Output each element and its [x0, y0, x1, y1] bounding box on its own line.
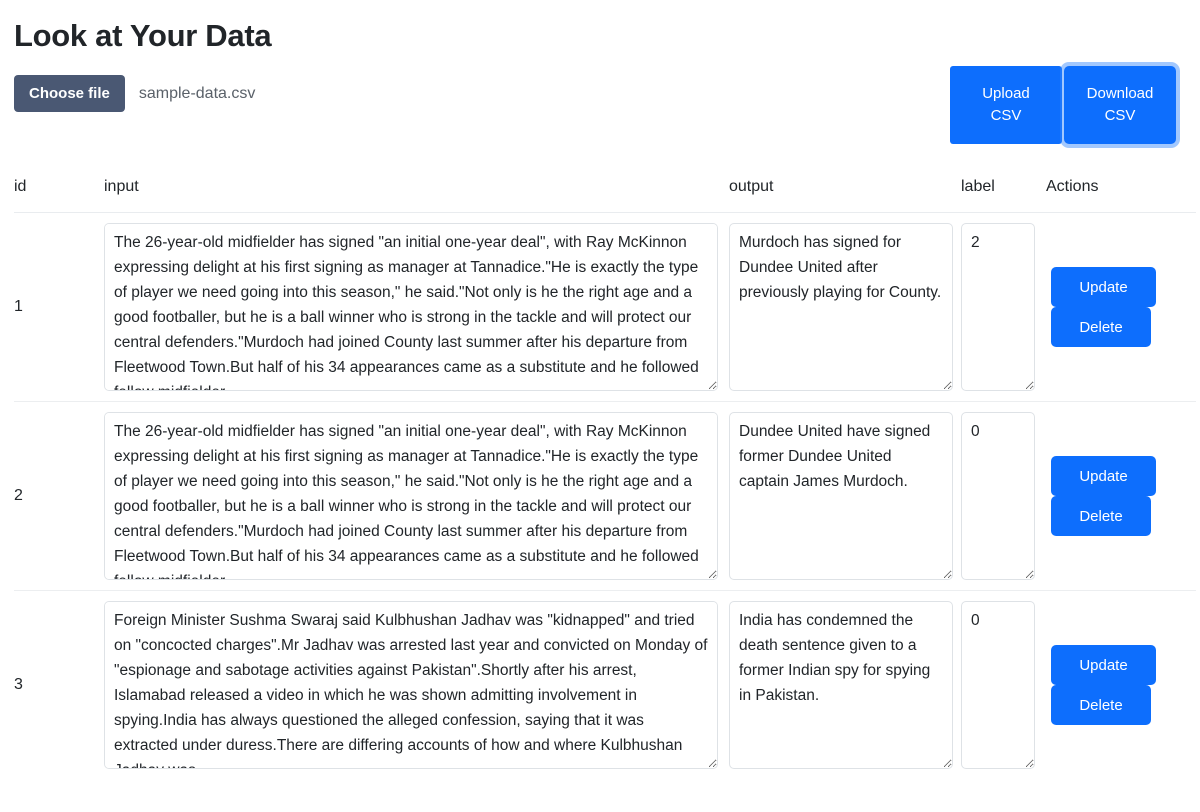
output-textarea[interactable]: [729, 601, 953, 769]
selected-file-name: sample-data.csv: [139, 84, 256, 103]
table-row: 1 Update Delete: [14, 213, 1196, 402]
update-button[interactable]: Update: [1051, 267, 1156, 307]
csv-action-group: Upload CSV Download CSV: [950, 66, 1176, 144]
data-table: id input output label Actions 1: [14, 178, 1196, 779]
download-csv-label-line2: CSV: [1105, 107, 1136, 124]
download-csv-label-line1: Download: [1087, 85, 1154, 102]
choose-file-button[interactable]: Choose file: [14, 75, 125, 112]
column-header-actions: Actions: [1046, 178, 1196, 213]
row-action-stack: Update Delete: [1046, 645, 1196, 725]
toolbar: Choose file sample-data.csv Upload CSV D…: [14, 66, 1186, 162]
row-label-cell: [961, 213, 1046, 402]
row-label-cell: [961, 402, 1046, 591]
update-button[interactable]: Update: [1051, 456, 1156, 496]
row-id: 1: [14, 213, 104, 402]
row-output-cell: [729, 402, 961, 591]
column-header-id: id: [14, 178, 104, 213]
row-actions-cell: Update Delete: [1046, 213, 1196, 402]
column-header-label: label: [961, 178, 1046, 213]
row-id: 3: [14, 591, 104, 780]
upload-csv-label-line2: CSV: [991, 107, 1022, 124]
label-textarea[interactable]: [961, 223, 1035, 391]
delete-button[interactable]: Delete: [1051, 685, 1151, 725]
table-row: 2 Update Delete: [14, 402, 1196, 591]
output-textarea[interactable]: [729, 412, 953, 580]
row-input-cell: [104, 213, 729, 402]
row-label-cell: [961, 591, 1046, 780]
row-output-cell: [729, 213, 961, 402]
table-header-row: id input output label Actions: [14, 178, 1196, 213]
delete-button[interactable]: Delete: [1051, 307, 1151, 347]
table-header: id input output label Actions: [14, 178, 1196, 213]
page-title: Look at Your Data: [14, 0, 1186, 54]
download-csv-button[interactable]: Download CSV: [1064, 66, 1176, 144]
app-page: Look at Your Data Choose file sample-dat…: [0, 0, 1200, 812]
column-header-input: input: [104, 178, 729, 213]
row-actions-cell: Update Delete: [1046, 402, 1196, 591]
table-row: 3 Update Delete: [14, 591, 1196, 780]
input-textarea[interactable]: [104, 601, 718, 769]
upload-csv-button[interactable]: Upload CSV: [950, 66, 1062, 144]
row-actions-cell: Update Delete: [1046, 591, 1196, 780]
row-output-cell: [729, 591, 961, 780]
input-textarea[interactable]: [104, 223, 718, 391]
row-action-stack: Update Delete: [1046, 456, 1196, 536]
file-picker-group: Choose file sample-data.csv: [14, 75, 255, 112]
label-textarea[interactable]: [961, 412, 1035, 580]
output-textarea[interactable]: [729, 223, 953, 391]
row-input-cell: [104, 402, 729, 591]
table-body: 1 Update Delete 2: [14, 213, 1196, 780]
update-button[interactable]: Update: [1051, 645, 1156, 685]
upload-csv-label-line1: Upload: [982, 85, 1030, 102]
row-action-stack: Update Delete: [1046, 267, 1196, 347]
row-id: 2: [14, 402, 104, 591]
label-textarea[interactable]: [961, 601, 1035, 769]
column-header-output: output: [729, 178, 961, 213]
row-input-cell: [104, 591, 729, 780]
input-textarea[interactable]: [104, 412, 718, 580]
delete-button[interactable]: Delete: [1051, 496, 1151, 536]
